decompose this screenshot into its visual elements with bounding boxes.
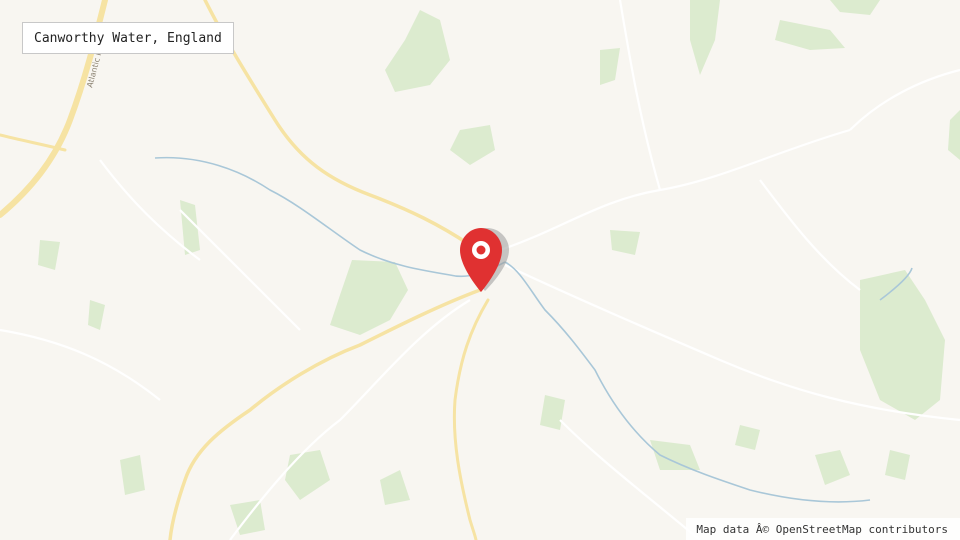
location-label: Canworthy Water, England: [22, 22, 234, 54]
map-canvas[interactable]: Atlantic Highway: [0, 0, 960, 540]
location-label-text: Canworthy Water, England: [34, 30, 222, 46]
map-attribution: Map data Â© OpenStreetMap contributors: [686, 518, 960, 540]
attribution-text: Map data Â© OpenStreetMap contributors: [696, 522, 948, 536]
